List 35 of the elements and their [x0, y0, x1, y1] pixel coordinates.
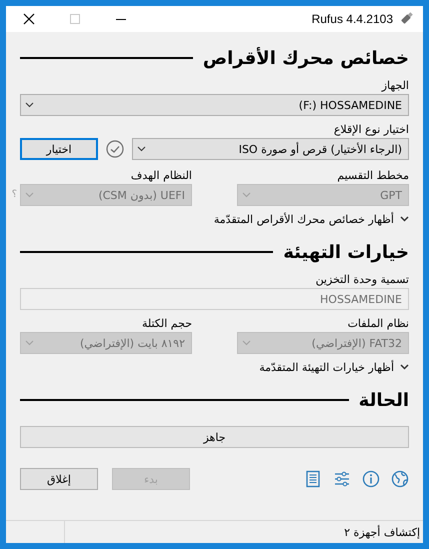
globe-icon[interactable]: [391, 470, 409, 488]
caret-icon: [25, 192, 34, 198]
chevron-icon: [400, 364, 409, 370]
chevron-icon: [400, 216, 409, 222]
field-label: تسمية وحدة التخزين: [314, 272, 409, 288]
check-icon: [106, 140, 124, 158]
caret-icon: [137, 146, 146, 152]
field-label: نظام الملفات: [346, 316, 409, 332]
field-label: مخطط التقسيم: [336, 168, 409, 184]
advanced-options-toggle[interactable]: أظهار خيارات التهيئة المتقدّمة: [259, 354, 409, 380]
field-label: اختيار نوع الإقلاع: [332, 122, 409, 138]
dropdown[interactable]: (الرجاء الأختيار) قرص أو صورة ISO: [132, 138, 409, 160]
caret-icon: [242, 340, 251, 346]
maximize-icon: [70, 14, 80, 24]
help-icon[interactable]: ؟: [9, 189, 17, 206]
log-icon[interactable]: [304, 470, 322, 488]
section-heading: خيارات التهيئة: [283, 242, 409, 262]
close-icon: [23, 13, 35, 25]
settings-icon[interactable]: [333, 470, 351, 488]
status-text: جاهز: [203, 430, 226, 444]
close-button[interactable]: إغلاق: [20, 468, 98, 490]
section-heading: خصائص محرك الأقراص: [202, 48, 409, 68]
caret-icon: [25, 102, 34, 108]
info-icon[interactable]: [362, 470, 380, 488]
dropdown[interactable]: (F:) HOSSAMEDINE: [20, 94, 409, 116]
field-label: النظام الهدف: [130, 168, 192, 184]
field-label: الجهاز: [380, 78, 409, 94]
caret-icon: [25, 340, 34, 346]
advanced-options-toggle[interactable]: أظهار خصائص محرك الأقراص المتقدّمة: [214, 206, 409, 232]
select-button[interactable]: اختيار: [20, 138, 98, 160]
section-heading: الحالة: [358, 390, 409, 410]
caret-icon: [242, 192, 251, 198]
status-message: إكتشاف أجهزة ٢: [343, 526, 421, 538]
window-title: Rufus 4.4.2103: [312, 12, 393, 26]
field-label: حجم الكتلة: [140, 316, 192, 332]
